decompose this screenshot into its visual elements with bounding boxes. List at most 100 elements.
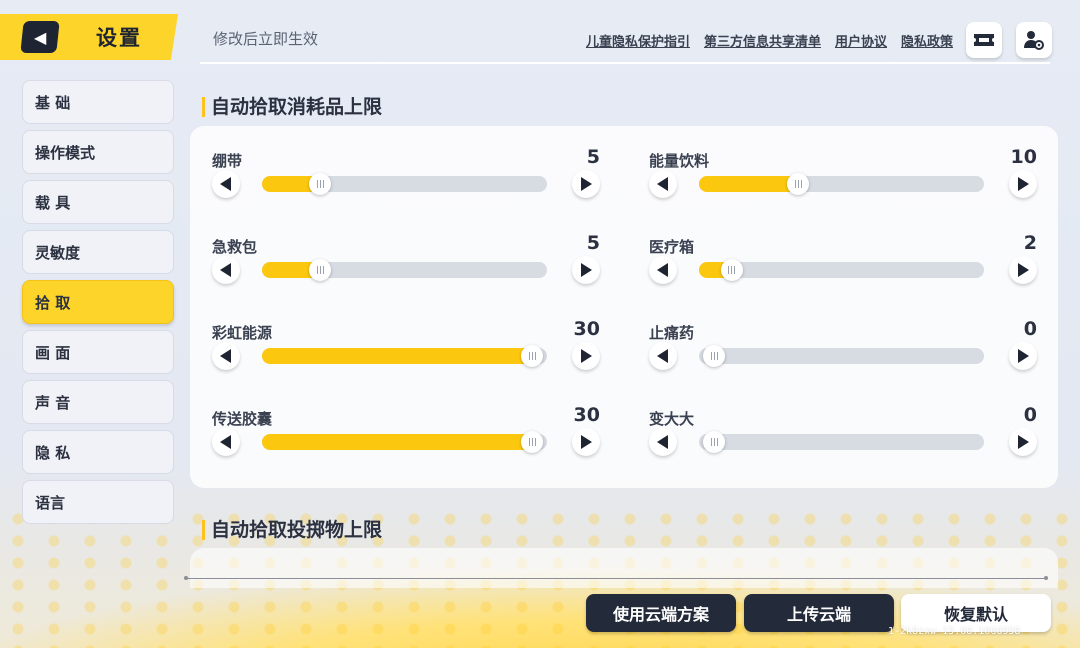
triangle-right-icon <box>581 177 592 191</box>
slider-value: 5 <box>586 146 600 168</box>
decrease-button[interactable] <box>649 256 677 284</box>
slider-energy-drink: 能量饮料 10 <box>649 146 1037 220</box>
slider-track[interactable] <box>262 345 547 367</box>
triangle-right-icon <box>581 435 592 449</box>
link-child-privacy[interactable]: 儿童隐私保护指引 <box>586 31 690 50</box>
slider-label: 能量饮料 <box>649 152 710 170</box>
slider-label: 医疗箱 <box>649 238 695 256</box>
slider-value: 5 <box>586 232 600 254</box>
decrease-button[interactable] <box>649 342 677 370</box>
sidebar-item-privacy[interactable]: 隐 私 <box>22 430 174 474</box>
legal-links: 儿童隐私保护指引 第三方信息共享清单 用户协议 隐私政策 <box>586 31 953 50</box>
slider-teleport-capsule: 传送胶囊 30 <box>212 404 600 478</box>
increase-button[interactable] <box>572 428 600 456</box>
triangle-left-icon <box>220 435 231 449</box>
slider-track[interactable] <box>699 259 984 281</box>
triangle-right-icon <box>581 349 592 363</box>
sidebar-item-graphics[interactable]: 画 面 <box>22 330 174 374</box>
increase-button[interactable] <box>1009 428 1037 456</box>
increase-button[interactable] <box>1009 170 1037 198</box>
page-title: 设置 <box>96 26 142 50</box>
slider-thumb[interactable] <box>703 431 725 453</box>
slider-bandage: 绷带 5 <box>212 146 600 220</box>
slider-thumb[interactable] <box>521 345 543 367</box>
slider-label: 止痛药 <box>649 324 695 342</box>
triangle-left-icon <box>657 177 668 191</box>
back-arrow-icon: ◀ <box>33 27 47 47</box>
slider-label: 绷带 <box>212 152 243 170</box>
triangle-left-icon <box>657 349 668 363</box>
slider-track[interactable] <box>699 345 984 367</box>
slider-thumb[interactable] <box>703 345 725 367</box>
section-title-throwables: 自动拾取投掷物上限 <box>202 520 382 540</box>
link-third-party-sharing[interactable]: 第三方信息共享清单 <box>704 31 821 50</box>
triangle-left-icon <box>220 177 231 191</box>
slider-thumb[interactable] <box>720 259 743 281</box>
slider-value: 0 <box>1023 404 1037 426</box>
throwables-card <box>190 548 1058 588</box>
slider-value: 2 <box>1023 232 1037 254</box>
slider-value: 0 <box>1023 318 1037 340</box>
slider-fill <box>262 434 532 450</box>
upload-cloud-button[interactable]: 上传云端 <box>744 594 894 632</box>
link-user-agreement[interactable]: 用户协议 <box>835 31 887 50</box>
triangle-right-icon <box>1018 263 1029 277</box>
slider-thumb[interactable] <box>309 259 332 281</box>
slider-value: 10 <box>1010 146 1037 168</box>
title-bar: ◀ 设置 <box>0 14 178 60</box>
sidebar-item-control-mode[interactable]: 操作模式 <box>22 130 174 174</box>
slider-label: 传送胶囊 <box>212 410 273 428</box>
slider-painkiller: 止痛药 0 <box>649 318 1037 392</box>
decrease-button[interactable] <box>212 342 240 370</box>
account-settings-button[interactable] <box>1016 22 1052 58</box>
use-cloud-plan-button[interactable]: 使用云端方案 <box>586 594 736 632</box>
increase-button[interactable] <box>572 342 600 370</box>
slider-first-aid-kit: 急救包 5 <box>212 232 600 306</box>
slider-thumb[interactable] <box>787 173 810 195</box>
decrease-button[interactable] <box>649 170 677 198</box>
ticket-icon <box>974 34 994 46</box>
slider-track[interactable] <box>699 173 984 195</box>
link-privacy-policy[interactable]: 隐私政策 <box>901 31 953 50</box>
sidebar-item-vehicle[interactable]: 载 具 <box>22 180 174 224</box>
slider-med-kit: 医疗箱 2 <box>649 232 1037 306</box>
triangle-right-icon <box>1018 435 1029 449</box>
triangle-right-icon <box>1018 177 1029 191</box>
slider-fill <box>699 176 799 192</box>
section-title-consumables: 自动拾取消耗品上限 <box>202 97 382 117</box>
back-button[interactable]: ◀ <box>20 21 60 53</box>
decrease-button[interactable] <box>212 256 240 284</box>
sidebar-item-pickup[interactable]: 拾 取 <box>22 280 174 324</box>
slider-thumb[interactable] <box>309 173 332 195</box>
decrease-button[interactable] <box>212 428 240 456</box>
slider-track[interactable] <box>262 259 547 281</box>
hint-text: 修改后立即生效 <box>213 30 319 48</box>
slider-label: 变大大 <box>649 410 695 428</box>
triangle-right-icon <box>1018 349 1029 363</box>
ticket-button[interactable] <box>966 22 1002 58</box>
triangle-left-icon <box>657 263 668 277</box>
version-text: 1-2k8zxw-15.68.1666958 <box>888 626 1021 637</box>
increase-button[interactable] <box>1009 256 1037 284</box>
sidebar-item-sound[interactable]: 声 音 <box>22 380 174 424</box>
increase-button[interactable] <box>572 256 600 284</box>
increase-button[interactable] <box>572 170 600 198</box>
increase-button[interactable] <box>1009 342 1037 370</box>
sidebar-item-sensitivity[interactable]: 灵敏度 <box>22 230 174 274</box>
sidebar-item-basic[interactable]: 基 础 <box>22 80 174 124</box>
slider-track[interactable] <box>262 173 547 195</box>
triangle-left-icon <box>657 435 668 449</box>
slider-label: 彩虹能源 <box>212 324 273 342</box>
slider-rainbow-energy: 彩虹能源 30 <box>212 318 600 392</box>
header-divider <box>200 62 1050 64</box>
decrease-button[interactable] <box>212 170 240 198</box>
footer-divider <box>184 576 1048 580</box>
slider-label: 急救包 <box>212 238 258 256</box>
slider-thumb[interactable] <box>521 431 543 453</box>
triangle-left-icon <box>220 349 231 363</box>
sidebar-item-language[interactable]: 语言 <box>22 480 174 524</box>
slider-track[interactable] <box>699 431 984 453</box>
decrease-button[interactable] <box>649 428 677 456</box>
sidebar: 基 础 操作模式 载 具 灵敏度 拾 取 画 面 声 音 隐 私 语言 <box>22 80 174 524</box>
slider-track[interactable] <box>262 431 547 453</box>
